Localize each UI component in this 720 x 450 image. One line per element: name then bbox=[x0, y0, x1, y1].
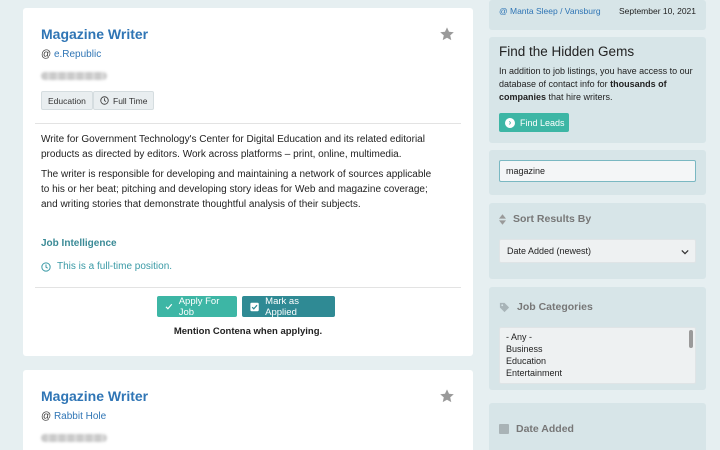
job-title[interactable]: Magazine Writer bbox=[41, 26, 148, 42]
posted-date-redacted bbox=[41, 72, 107, 80]
chevron-down-icon bbox=[681, 249, 689, 255]
arrow-circle-icon: › bbox=[505, 117, 515, 128]
categories-listbox[interactable]: - Any - Business Education Entertainment bbox=[499, 327, 696, 384]
hidden-gems-panel: Find the Hidden Gems In addition to job … bbox=[489, 37, 706, 143]
search-input[interactable] bbox=[499, 160, 696, 182]
find-leads-label: Find Leads bbox=[520, 117, 565, 128]
sort-icon bbox=[499, 213, 506, 225]
star-icon[interactable] bbox=[439, 388, 455, 404]
panel-text: In addition to job listings, you have ac… bbox=[499, 65, 699, 104]
full-time-text: This is a full-time position. bbox=[57, 261, 173, 272]
company-line: @ Rabbit Hole bbox=[41, 411, 106, 422]
sort-selected-value: Date Added (newest) bbox=[507, 246, 592, 256]
job-title[interactable]: Magazine Writer bbox=[41, 388, 148, 404]
check-icon bbox=[165, 303, 173, 310]
company-line: @ e.Republic bbox=[41, 49, 101, 60]
date-added-heading: Date Added bbox=[499, 423, 574, 435]
at-sign: @ bbox=[41, 49, 52, 60]
sort-panel: Sort Results By Date Added (newest) bbox=[489, 203, 706, 279]
company-link[interactable]: @ Manta Sleep / Vansburg bbox=[499, 6, 601, 16]
category-option[interactable]: Education bbox=[506, 355, 689, 367]
star-icon[interactable] bbox=[439, 26, 455, 42]
find-leads-button[interactable]: › Find Leads bbox=[499, 113, 569, 132]
apply-label: Apply For Job bbox=[178, 295, 220, 318]
search-panel bbox=[489, 150, 706, 195]
full-time-note: This is a full-time position. bbox=[41, 261, 172, 272]
sidebar-job-snippet: @ Manta Sleep / Vansburg September 10, 2… bbox=[489, 0, 706, 30]
company-link[interactable]: Rabbit Hole bbox=[54, 411, 106, 422]
description-paragraph: Write for Government Technology's Center… bbox=[41, 134, 425, 160]
tag-label: Education bbox=[48, 95, 86, 106]
category-tag: Education bbox=[41, 91, 93, 110]
clock-icon bbox=[100, 96, 109, 105]
date-added-panel: Date Added bbox=[489, 403, 706, 450]
category-option[interactable]: Entertainment bbox=[506, 367, 689, 379]
sort-heading-label: Sort Results By bbox=[513, 213, 592, 225]
at-sign: @ bbox=[41, 411, 52, 422]
text-part: that hire writers. bbox=[546, 92, 613, 102]
sort-heading: Sort Results By bbox=[499, 213, 591, 225]
mark-applied-label: Mark as Applied bbox=[265, 295, 299, 318]
job-card: Magazine Writer @ Rabbit Hole bbox=[23, 370, 473, 450]
clock-icon bbox=[41, 261, 51, 272]
job-card: Magazine Writer @ e.Republic Education F… bbox=[23, 8, 473, 356]
posted-date-redacted bbox=[41, 434, 107, 442]
company-link[interactable]: e.Republic bbox=[54, 49, 101, 60]
apply-button[interactable]: Apply For Job bbox=[157, 295, 237, 318]
divider bbox=[35, 123, 461, 124]
date-added-label: Date Added bbox=[516, 423, 574, 435]
tag-icon bbox=[499, 302, 510, 312]
posted-date: September 10, 2021 bbox=[618, 6, 696, 16]
checkbox-check-icon bbox=[250, 302, 259, 311]
calendar-icon bbox=[499, 424, 509, 434]
listbox-scrollbar[interactable] bbox=[689, 330, 693, 348]
category-option[interactable]: Business bbox=[506, 343, 689, 355]
mention-note: Mention Contena when applying. bbox=[173, 326, 323, 337]
category-option[interactable]: - Any - bbox=[506, 331, 689, 343]
sort-select[interactable]: Date Added (newest) bbox=[499, 239, 696, 263]
categories-heading-label: Job Categories bbox=[517, 301, 593, 313]
job-categories-panel: Job Categories - Any - Business Educatio… bbox=[489, 287, 706, 390]
categories-heading: Job Categories bbox=[499, 301, 593, 313]
job-intelligence-heading: Job Intelligence bbox=[41, 238, 117, 249]
type-tag: Full Time bbox=[93, 91, 155, 110]
description-paragraph: The writer is responsible for developing… bbox=[41, 169, 432, 210]
divider bbox=[35, 287, 461, 288]
mark-applied-button[interactable]: Mark as Applied bbox=[242, 295, 335, 318]
panel-title: Find the Hidden Gems bbox=[499, 44, 635, 59]
tag-label: Full Time bbox=[113, 95, 148, 106]
